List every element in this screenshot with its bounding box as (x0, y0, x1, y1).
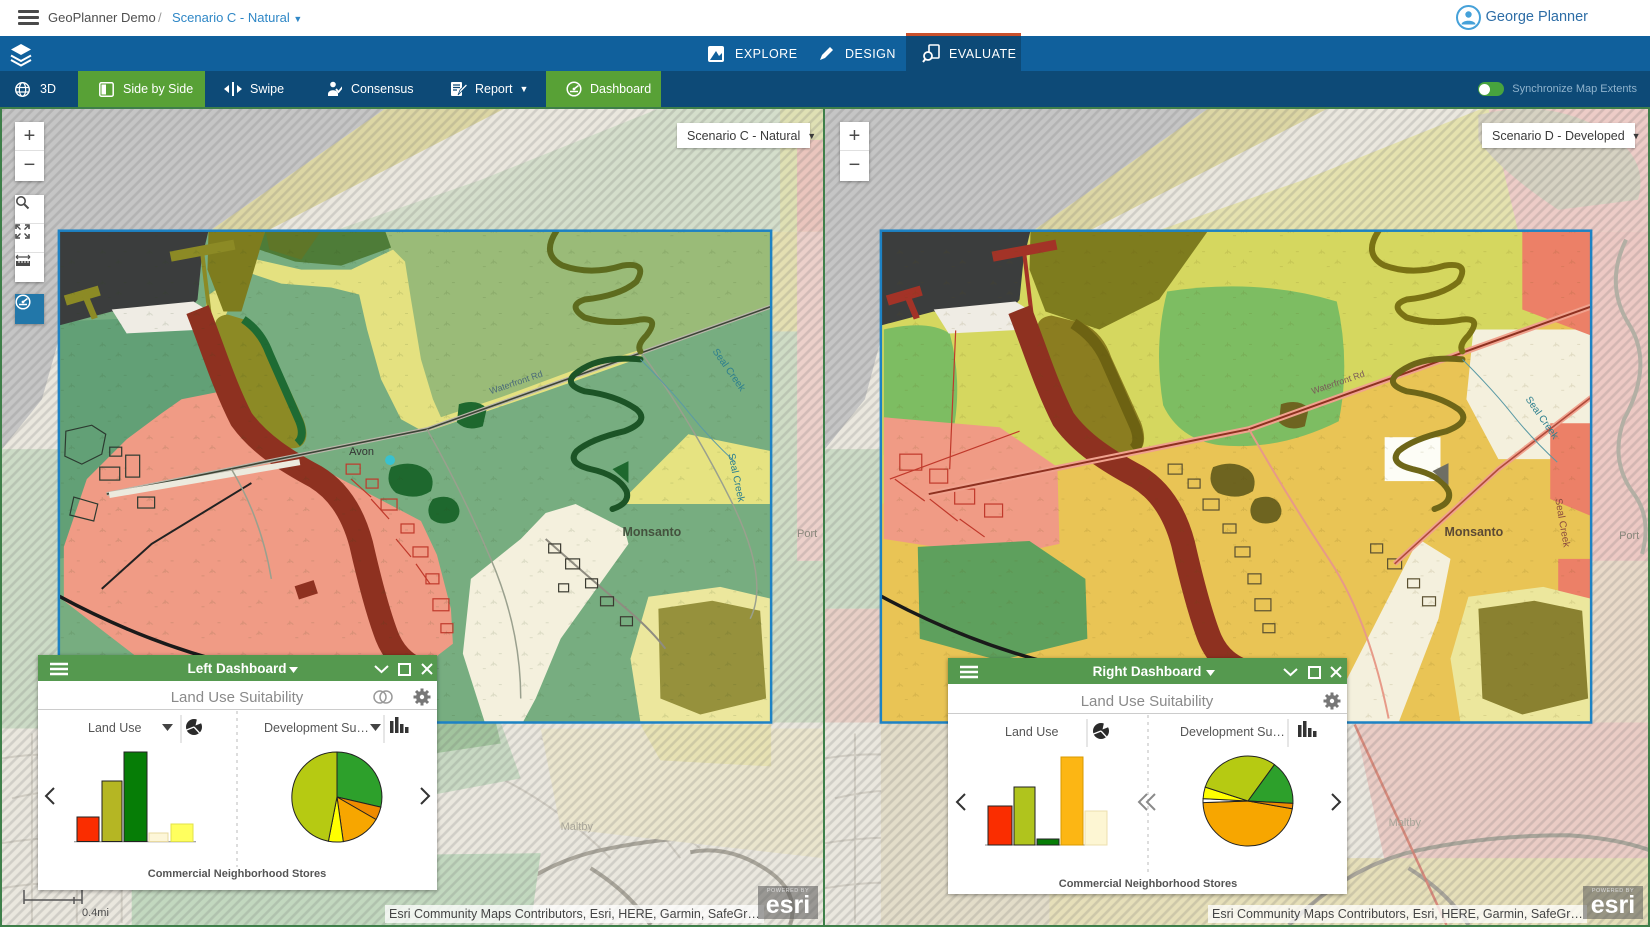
svg-text:Maltby: Maltby (561, 821, 594, 833)
svg-text:Land Use: Land Use (1005, 725, 1059, 739)
svg-text:Land Use: Land Use (88, 721, 142, 735)
svg-text:0.4mi: 0.4mi (82, 907, 109, 919)
svg-text:Commercial Neighborhood Stores: Commercial Neighborhood Stores (1059, 878, 1237, 890)
svg-text:Development Su…: Development Su… (264, 721, 369, 735)
svg-text:Commercial Neighborhood Stores: Commercial Neighborhood Stores (148, 868, 326, 880)
svg-text:Avon: Avon (349, 446, 374, 458)
svg-text:Development Su…: Development Su… (1180, 725, 1285, 739)
svg-text:Maltby: Maltby (1389, 817, 1422, 829)
svg-text:Port: Port (1619, 530, 1639, 542)
svg-text:Left Dashboard: Left Dashboard (187, 661, 286, 676)
svg-text:Monsanto: Monsanto (1444, 525, 1503, 539)
svg-text:Monsanto: Monsanto (622, 525, 681, 539)
svg-text:Land Use Suitability: Land Use Suitability (171, 689, 304, 706)
svg-text:Port: Port (797, 528, 817, 540)
svg-text:Land Use Suitability: Land Use Suitability (1081, 693, 1214, 710)
svg-text:Right Dashboard: Right Dashboard (1093, 664, 1202, 679)
